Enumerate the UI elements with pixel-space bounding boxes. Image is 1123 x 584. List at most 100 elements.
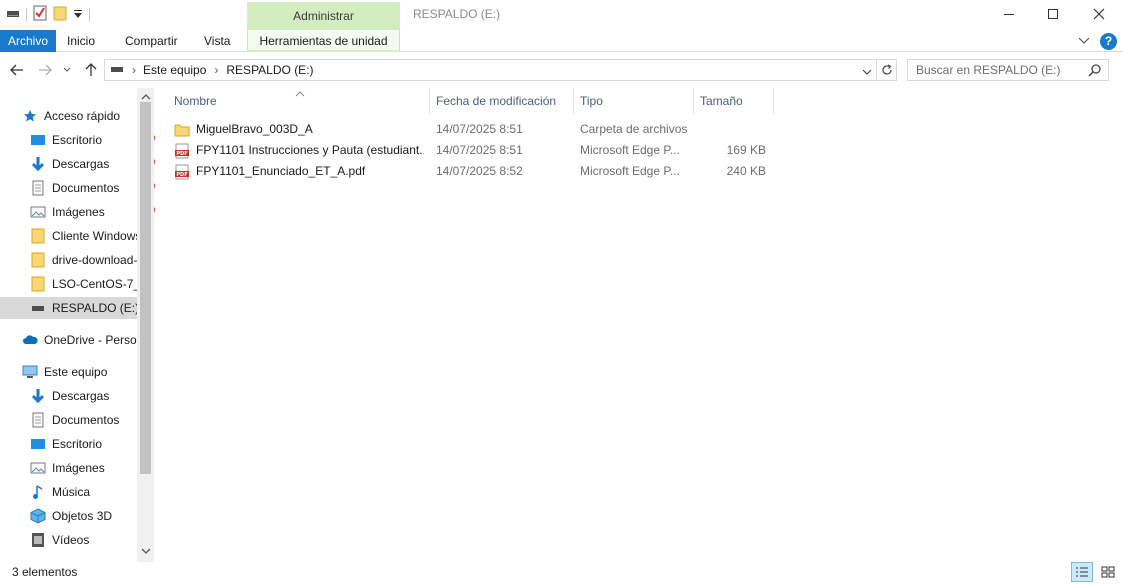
table-row[interactable]: PDF FPY1101_Enunciado_ET_A.pdf 14/07/202… bbox=[160, 161, 780, 182]
column-header-name[interactable]: Nombre bbox=[168, 88, 430, 114]
large-icons-view-button[interactable] bbox=[1097, 562, 1119, 582]
chevron-down-icon bbox=[1078, 37, 1090, 44]
sidebar-item-onedrive[interactable]: OneDrive - Persor bbox=[22, 329, 155, 351]
drive-icon[interactable] bbox=[6, 8, 20, 22]
sidebar-item-label: Imágenes bbox=[52, 461, 105, 475]
file-size: 240 KB bbox=[726, 164, 766, 178]
sidebar-item-label: Vídeos bbox=[52, 533, 90, 547]
status-bar: 3 elementos bbox=[0, 562, 1123, 584]
folder-icon bbox=[174, 123, 190, 137]
sidebar-item-label: Escritorio bbox=[52, 437, 103, 451]
ribbon-right-controls: ? bbox=[1078, 33, 1117, 50]
tab-inicio[interactable]: Inicio bbox=[57, 30, 105, 52]
large-icons-view-icon bbox=[1101, 566, 1115, 578]
scroll-down-icon[interactable] bbox=[141, 544, 151, 558]
tab-herramientas-de-unidad[interactable]: Herramientas de unidad bbox=[247, 30, 400, 52]
file-date: 14/07/2025 8:51 bbox=[436, 143, 523, 157]
column-header-type[interactable]: Tipo bbox=[574, 88, 694, 114]
ribbon-tab-bar: Archivo Inicio Compartir Vista Herramien… bbox=[0, 30, 1123, 52]
file-name-cell: PDF FPY1101_Enunciado_ET_A.pdf bbox=[174, 161, 424, 182]
sidebar-item-label: Escritorio bbox=[52, 133, 103, 147]
details-view-icon bbox=[1076, 567, 1088, 577]
close-icon bbox=[1093, 8, 1105, 20]
sidebar-item-label: Música bbox=[52, 485, 91, 499]
breadcrumb-respaldo[interactable]: RESPALDO (E:) bbox=[226, 63, 313, 77]
properties-check-icon[interactable] bbox=[33, 5, 47, 24]
arrow-up-icon bbox=[85, 63, 97, 76]
pdf-icon: PDF bbox=[174, 164, 190, 180]
file-list: Nombre Fecha de modificación Tipo Tamaño… bbox=[160, 88, 1123, 562]
drive-icon bbox=[30, 300, 46, 316]
customize-qat-icon[interactable] bbox=[73, 8, 83, 22]
help-icon[interactable]: ? bbox=[1100, 33, 1117, 50]
sidebar-item-label: Documentos bbox=[52, 181, 120, 195]
item-count: 3 elementos bbox=[12, 565, 78, 579]
pdf-icon: PDF bbox=[174, 143, 190, 159]
column-header-date[interactable]: Fecha de modificación bbox=[430, 88, 574, 114]
toolbar-separator bbox=[26, 7, 27, 22]
file-type: Carpeta de archivos bbox=[580, 122, 688, 136]
file-size bbox=[700, 119, 766, 140]
search-icon[interactable] bbox=[1088, 63, 1102, 80]
file-size: 169 KB bbox=[726, 143, 766, 157]
up-button[interactable] bbox=[81, 60, 101, 80]
breadcrumb-este-equipo[interactable]: Este equipo bbox=[143, 63, 206, 77]
address-bar[interactable]: › Este equipo › RESPALDO (E:) bbox=[104, 59, 877, 81]
breadcrumb-separator[interactable]: › bbox=[132, 63, 136, 77]
sidebar-scrollbar[interactable] bbox=[137, 88, 154, 562]
contextual-group-title: Administrar bbox=[247, 2, 400, 30]
desktop-icon bbox=[30, 132, 46, 148]
address-history-dropdown[interactable] bbox=[862, 65, 872, 79]
pictures-icon bbox=[30, 460, 46, 476]
tab-vista[interactable]: Vista bbox=[194, 30, 240, 52]
search-input[interactable]: Buscar en RESPALDO (E:) bbox=[907, 59, 1109, 81]
file-date: 14/07/2025 8:52 bbox=[436, 164, 523, 178]
back-button[interactable] bbox=[7, 60, 27, 80]
table-row[interactable]: PDF FPY1101 Instrucciones y Pauta (estud… bbox=[160, 140, 780, 161]
forward-button[interactable] bbox=[35, 60, 55, 80]
search-placeholder: Buscar en RESPALDO (E:) bbox=[916, 63, 1061, 77]
tab-compartir[interactable]: Compartir bbox=[115, 30, 188, 52]
sidebar-quick-access[interactable]: Acceso rápido bbox=[22, 105, 155, 127]
column-header-size[interactable]: Tamaño bbox=[694, 88, 774, 114]
arrow-right-icon bbox=[39, 64, 52, 76]
videos-icon bbox=[30, 532, 46, 548]
sidebar-item-este-equipo[interactable]: Este equipo bbox=[22, 361, 155, 383]
window-title: RESPALDO (E:) bbox=[413, 7, 501, 21]
chevron-down-icon bbox=[862, 69, 872, 75]
file-name-cell: MiguelBravo_003D_A bbox=[174, 119, 424, 140]
close-button[interactable] bbox=[1076, 0, 1122, 28]
file-name: FPY1101 Instrucciones y Pauta (estudiant… bbox=[196, 143, 424, 157]
computer-icon bbox=[22, 364, 38, 380]
recent-locations-button[interactable] bbox=[60, 60, 74, 80]
maximize-button[interactable] bbox=[1030, 0, 1076, 28]
details-view-button[interactable] bbox=[1071, 562, 1093, 582]
refresh-button[interactable] bbox=[877, 59, 897, 81]
documents-icon bbox=[30, 180, 46, 196]
view-switcher bbox=[1071, 562, 1119, 582]
file-type: Microsoft Edge P... bbox=[580, 143, 680, 157]
breadcrumb-separator[interactable]: › bbox=[214, 63, 218, 77]
sidebar-item-respaldo[interactable]: RESPALDO (E:) bbox=[0, 297, 137, 319]
svg-text:PDF: PDF bbox=[176, 151, 187, 157]
folder-icon bbox=[30, 276, 46, 292]
sidebar-item-label: Descargas bbox=[52, 157, 110, 171]
file-type: Microsoft Edge P... bbox=[580, 164, 680, 178]
sidebar-item-label: Documentos bbox=[52, 413, 120, 427]
star-icon bbox=[22, 108, 38, 124]
tab-archivo[interactable]: Archivo bbox=[0, 30, 57, 52]
sidebar-item-label: Descargas bbox=[52, 389, 110, 403]
scrollbar-thumb[interactable] bbox=[140, 102, 151, 474]
sidebar-item-label: Acceso rápido bbox=[44, 109, 121, 123]
table-row[interactable]: MiguelBravo_003D_A 14/07/2025 8:51 Carpe… bbox=[160, 119, 780, 140]
file-name: FPY1101_Enunciado_ET_A.pdf bbox=[196, 164, 366, 178]
new-folder-icon[interactable] bbox=[53, 5, 67, 24]
desktop-icon bbox=[30, 436, 46, 452]
arrow-left-icon bbox=[10, 64, 23, 76]
file-name-cell: PDF FPY1101 Instrucciones y Pauta (estud… bbox=[174, 140, 424, 161]
sidebar-item-label: LSO-CentOS-7_x bbox=[52, 277, 147, 291]
maximize-icon bbox=[1048, 9, 1058, 19]
minimize-button[interactable] bbox=[986, 0, 1032, 28]
toolbar-separator bbox=[89, 7, 90, 22]
expand-ribbon-button[interactable] bbox=[1078, 35, 1090, 49]
